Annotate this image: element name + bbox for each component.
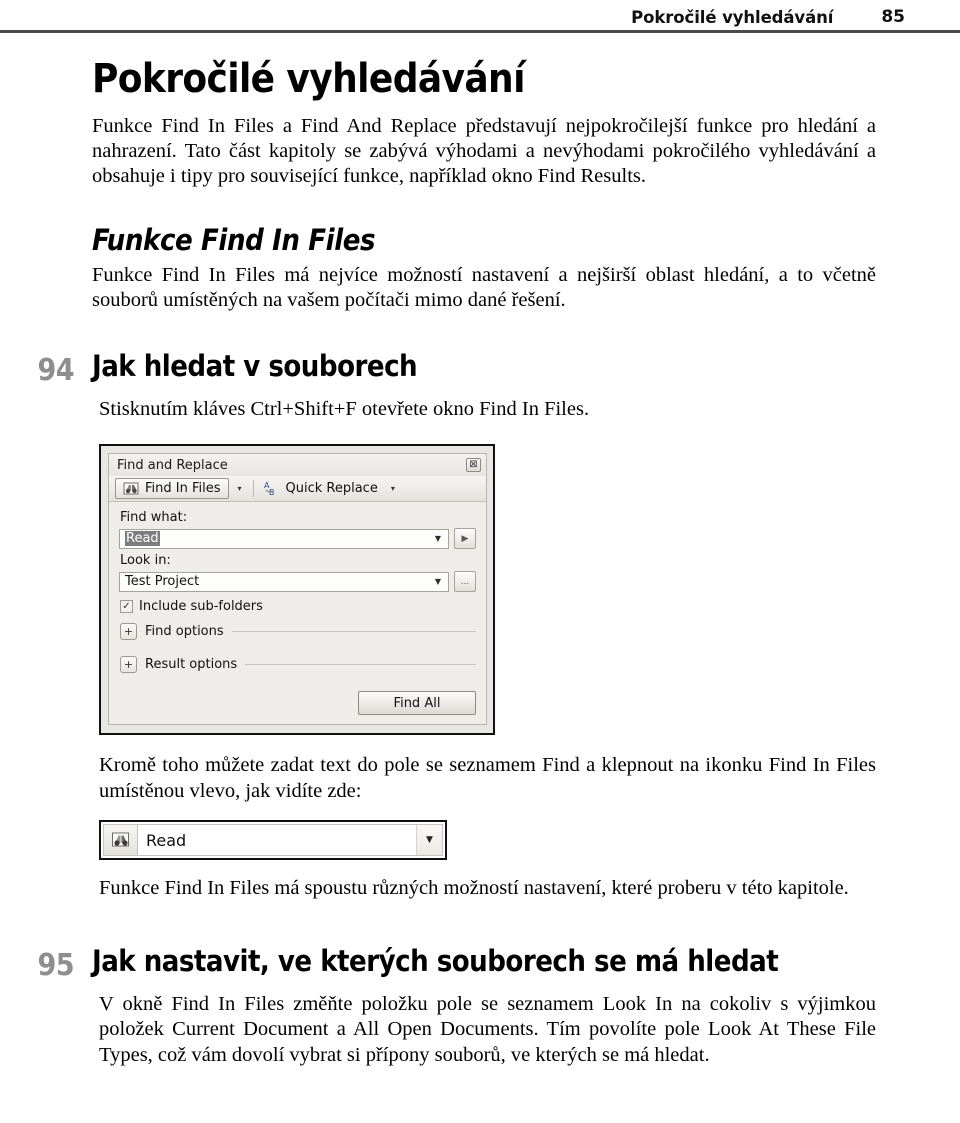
tip-heading: Jak nastavit, ve kterých souborech se má… (92, 943, 779, 978)
tip-after-figure-paragraph: Kromě toho můžete zadat text do pole se … (99, 754, 876, 802)
dialog-title: Find and Replace (117, 457, 228, 473)
plus-icon[interactable]: + (120, 623, 137, 641)
tab-find-in-files[interactable]: Find In Files (115, 478, 229, 500)
group-divider (245, 664, 476, 666)
tab-find-in-files-label: Find In Files (145, 481, 221, 497)
chapter-intro-paragraph: Funkce Find In Files a Find And Replace … (92, 115, 876, 187)
chevron-down-icon[interactable]: ▼ (416, 825, 442, 856)
tip-closing-paragraph: Funkce Find In Files má spoustu různých … (99, 877, 849, 900)
look-in-label: Look in: (120, 553, 171, 569)
find-combo-figure: Read ▼ (99, 820, 447, 861)
tip-94: 94 Jak hledat v souborech Stisknutím klá… (37, 349, 876, 902)
toolbar-separator (252, 480, 254, 498)
dialog-toolbar: Find In Files ▾ A B Quick Replace ▾ (109, 476, 486, 503)
tab-quick-replace[interactable]: A B Quick Replace (260, 478, 382, 499)
page-running-header: Pokročilé vyhledávání 85 (0, 0, 960, 34)
plus-icon[interactable]: + (120, 656, 137, 674)
tip-heading: Jak hledat v souborech (92, 349, 418, 383)
section-paragraph: Funkce Find In Files má nejvíce možností… (92, 264, 876, 311)
tip-body: V okně Find In Files změňte položku pole… (92, 992, 876, 1069)
tip-body-paragraph: V okně Find In Files změňte položku pole… (99, 992, 876, 1066)
find-what-combo[interactable]: Read ▼ (119, 528, 449, 549)
group-divider (231, 631, 476, 633)
find-all-button[interactable]: Find All (358, 691, 476, 716)
dialog-titlebar: Find and Replace ⊠ (109, 454, 486, 477)
dialog-footer: Find All (119, 689, 476, 716)
find-what-row: Read ▼ ▶ (119, 528, 476, 550)
binoculars-icon (123, 481, 140, 496)
page-content: Pokročilé vyhledávání Funkce Find In Fil… (37, 56, 876, 1069)
tab-quick-replace-label: Quick Replace (285, 481, 378, 497)
dialog-body: Find what: Read ▼ ▶ Look in: Test Projec… (109, 502, 486, 725)
result-options-group[interactable]: + Result options (120, 656, 476, 674)
tip-number: 94 (37, 353, 74, 388)
look-in-value: Test Project (125, 574, 200, 590)
tip-body: Stisknutím kláves Ctrl+Shift+F otevřete … (92, 397, 876, 902)
look-in-row: Test Project ▼ ... (119, 571, 476, 593)
section-heading: Funkce Find In Files (92, 223, 376, 257)
checkmark-icon: ✓ (120, 600, 133, 614)
find-next-button[interactable]: ▶ (454, 528, 476, 550)
chevron-down-icon[interactable]: ▼ (431, 577, 445, 586)
header-title: Pokročilé vyhledávání (631, 7, 834, 27)
find-options-label: Find options (145, 624, 224, 640)
page-title: Pokročilé vyhledávání (92, 56, 525, 102)
find-and-replace-dialog-figure: Find and Replace ⊠ Find In Files ▾ A B Q… (99, 444, 495, 736)
browse-folder-button[interactable]: ... (454, 571, 476, 593)
quick-replace-dropdown-caret[interactable]: ▾ (386, 484, 400, 493)
find-combo-value: Read (146, 830, 187, 850)
find-what-label: Find what: (120, 510, 188, 526)
result-options-label: Result options (145, 657, 238, 673)
replace-ab-icon: A B (264, 481, 281, 497)
tip-number: 95 (37, 947, 74, 983)
find-in-files-dropdown-caret[interactable]: ▾ (233, 484, 247, 493)
tip-95: 95 Jak nastavit, ve kterých souborech se… (37, 943, 876, 1069)
include-subfolders-label: Include sub-folders (139, 599, 263, 615)
include-subfolders-checkbox[interactable]: ✓ Include sub-folders (120, 599, 476, 614)
close-icon[interactable]: ⊠ (466, 458, 481, 473)
find-what-value: Read (125, 531, 160, 547)
find-in-files-icon[interactable] (104, 825, 138, 856)
dialog-window: Find and Replace ⊠ Find In Files ▾ A B Q… (108, 453, 487, 726)
find-options-group[interactable]: + Find options (120, 623, 476, 641)
tip-intro-paragraph: Stisknutím kláves Ctrl+Shift+F otevřete … (99, 397, 590, 420)
look-in-combo[interactable]: Test Project ▼ (119, 571, 449, 592)
header-divider-rule (0, 30, 960, 33)
find-combo-widget[interactable]: Read ▼ (103, 824, 443, 857)
chevron-down-icon[interactable]: ▼ (431, 534, 445, 543)
header-page-number: 85 (881, 7, 905, 27)
